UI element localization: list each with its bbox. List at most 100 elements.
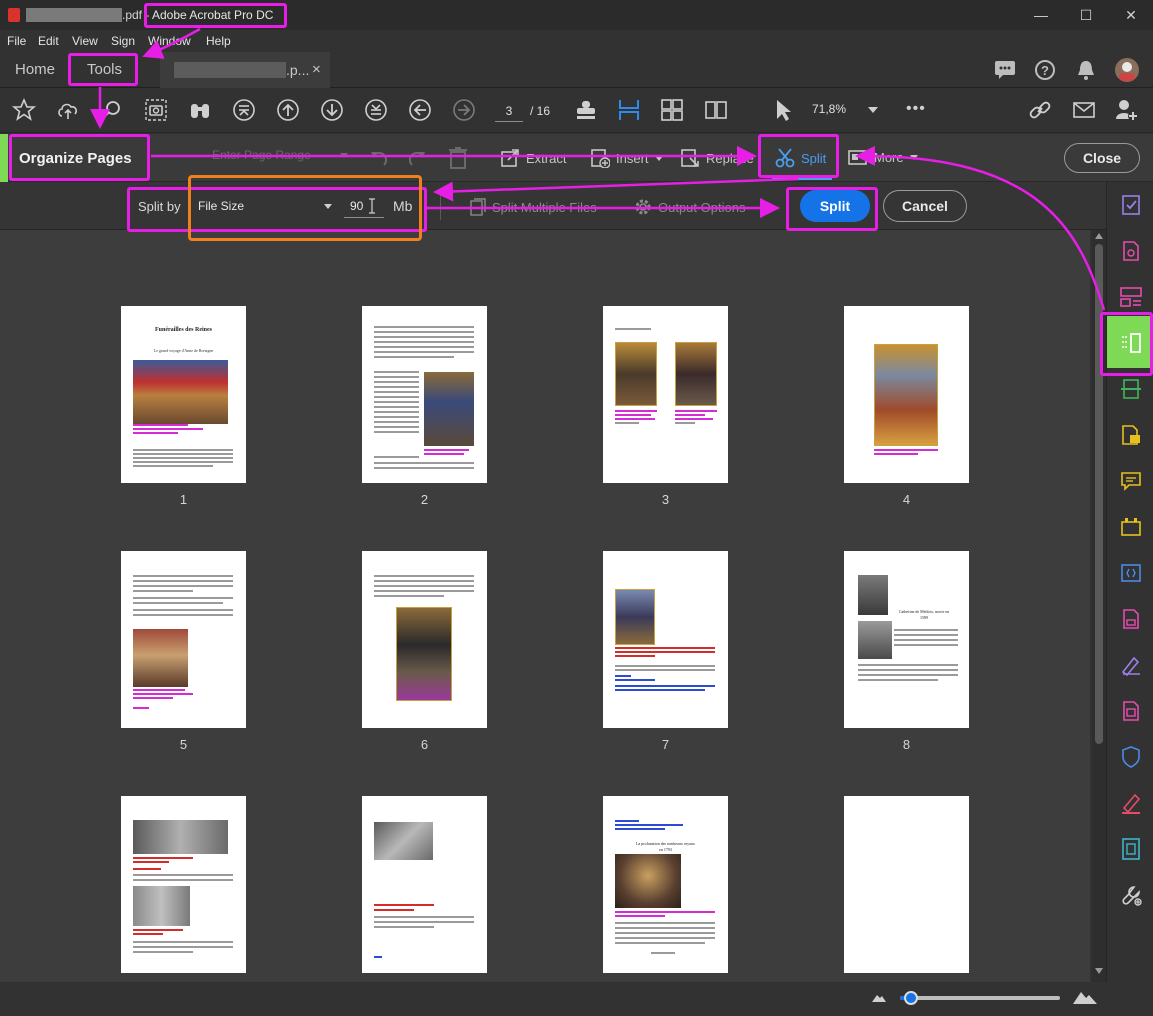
snapshot-icon[interactable]	[144, 98, 168, 122]
replace-button[interactable]: Replace	[680, 148, 754, 168]
more-tools-icon[interactable]	[1120, 884, 1142, 906]
first-page-icon[interactable]	[232, 98, 256, 122]
stamp-icon[interactable]	[574, 98, 598, 122]
close-tool-button[interactable]: Close	[1064, 143, 1140, 173]
close-window-button[interactable]: ✕	[1108, 0, 1153, 30]
chat-icon[interactable]	[994, 60, 1016, 80]
compress-pdf-icon[interactable]	[1120, 608, 1142, 630]
tab-home[interactable]: Home	[15, 61, 55, 78]
comment-file-icon[interactable]	[1120, 424, 1142, 446]
rotate-right-icon[interactable]	[406, 147, 428, 169]
two-page-icon[interactable]	[704, 98, 728, 122]
menu-sign[interactable]: Sign	[111, 34, 135, 48]
add-user-icon[interactable]	[1115, 98, 1139, 122]
cancel-button[interactable]: Cancel	[883, 190, 967, 222]
text-line	[374, 467, 474, 469]
rich-media-icon[interactable]	[1120, 562, 1142, 584]
page-range-input[interactable]: Enter Page Range	[212, 148, 352, 168]
back-icon[interactable]	[408, 98, 432, 122]
cloud-upload-icon[interactable]	[56, 98, 80, 122]
text-line	[858, 674, 958, 676]
page-number: 4	[902, 492, 911, 507]
scroll-down-icon[interactable]	[1095, 968, 1103, 974]
split-multiple-files-button[interactable]: Split Multiple Files	[470, 198, 597, 216]
zoom-in-mountain-icon[interactable]	[1073, 988, 1097, 1004]
close-document-tab-icon[interactable]: ×	[312, 61, 321, 78]
thumbnail-icon[interactable]	[660, 98, 684, 122]
scroll-up-icon[interactable]	[1095, 233, 1103, 239]
page-number: 5	[179, 737, 188, 752]
page-down-icon[interactable]	[320, 98, 344, 122]
forward-icon[interactable]	[452, 98, 476, 122]
thumbnail-size-slider[interactable]	[900, 991, 1060, 1005]
page-thumbnail[interactable]: La profanation des tombeaux royaux en 17…	[603, 796, 728, 973]
extract-button[interactable]: Extract	[500, 148, 566, 168]
avatar[interactable]	[1114, 57, 1140, 83]
video-icon[interactable]	[1120, 838, 1142, 860]
email-icon[interactable]	[1072, 98, 1096, 122]
edit-pdf-icon[interactable]	[1120, 286, 1142, 308]
page-thumbnail[interactable]: Catherine de Médicis, morte en 1589	[844, 551, 969, 728]
page-up-icon[interactable]	[276, 98, 300, 122]
select-icon[interactable]	[771, 98, 795, 122]
more-options-icon[interactable]: •••	[906, 100, 926, 118]
zoom-icon[interactable]	[100, 98, 124, 122]
slider-knob[interactable]	[904, 991, 918, 1005]
page-thumbnail[interactable]: Funérailles des Reines Le grand voyage d…	[121, 306, 246, 483]
text-line	[133, 707, 149, 709]
protect-icon[interactable]	[1120, 746, 1142, 768]
find-icon[interactable]	[188, 98, 212, 122]
menu-window[interactable]: Window	[148, 34, 191, 48]
page-thumbnail[interactable]	[603, 306, 728, 483]
last-page-icon[interactable]	[364, 98, 388, 122]
thumbnail-image	[615, 854, 681, 908]
maximize-button[interactable]: ☐	[1063, 0, 1109, 30]
page-thumbnail[interactable]	[362, 796, 487, 973]
text-line	[894, 644, 958, 646]
text-line	[615, 651, 715, 653]
export-pdf-icon[interactable]	[1120, 240, 1142, 262]
organize-icon[interactable]	[617, 98, 641, 122]
zoom-out-mountain-icon[interactable]	[872, 992, 886, 1002]
fill-sign-pen-icon[interactable]	[1120, 654, 1142, 676]
star-icon[interactable]	[12, 98, 36, 122]
insert-button[interactable]: Insert	[590, 148, 663, 168]
page-thumbnail[interactable]	[844, 796, 969, 973]
page-thumbnail[interactable]	[844, 306, 969, 483]
fill-sign-icon[interactable]	[1120, 194, 1142, 216]
page-thumbnail[interactable]	[362, 551, 487, 728]
stamp-tool-icon[interactable]	[1120, 516, 1142, 538]
help-icon[interactable]: ?	[1034, 59, 1056, 81]
output-options-button[interactable]: Output Options	[634, 198, 745, 216]
rotate-left-icon[interactable]	[368, 147, 390, 169]
text-line	[133, 575, 233, 577]
delete-icon[interactable]	[447, 146, 469, 170]
minimize-button[interactable]: —	[1018, 0, 1064, 30]
page-number-input[interactable]: 3	[495, 100, 523, 122]
menu-edit[interactable]: Edit	[38, 34, 59, 48]
active-tool-indicator	[0, 134, 8, 182]
redact-icon[interactable]	[1120, 792, 1142, 814]
menu-help[interactable]: Help	[206, 34, 231, 48]
page-thumbnail[interactable]	[121, 796, 246, 973]
comment-icon[interactable]	[1120, 470, 1142, 492]
share-link-icon[interactable]	[1028, 98, 1052, 122]
page-thumbnail[interactable]	[362, 306, 487, 483]
more-pages-icon	[848, 150, 867, 165]
tab-document[interactable]: .p... ×	[160, 52, 330, 88]
page-thumbnail[interactable]	[121, 551, 246, 728]
notification-bell-icon[interactable]	[1076, 59, 1096, 81]
page-thumbnail[interactable]	[603, 551, 728, 728]
more-button[interactable]: More	[848, 148, 918, 166]
text-line	[615, 828, 665, 830]
text-line	[133, 693, 193, 695]
menu-file[interactable]: File	[7, 34, 26, 48]
text-line	[615, 679, 655, 681]
gear-icon	[635, 199, 651, 215]
annotation-box-tools-tab	[68, 53, 138, 86]
annotation-box-split-button	[786, 187, 878, 231]
prepare-form-icon[interactable]	[1120, 700, 1142, 722]
scan-icon[interactable]	[1120, 378, 1142, 400]
zoom-dropdown[interactable]: 71,8%	[812, 102, 884, 116]
menu-view[interactable]: View	[72, 34, 98, 48]
